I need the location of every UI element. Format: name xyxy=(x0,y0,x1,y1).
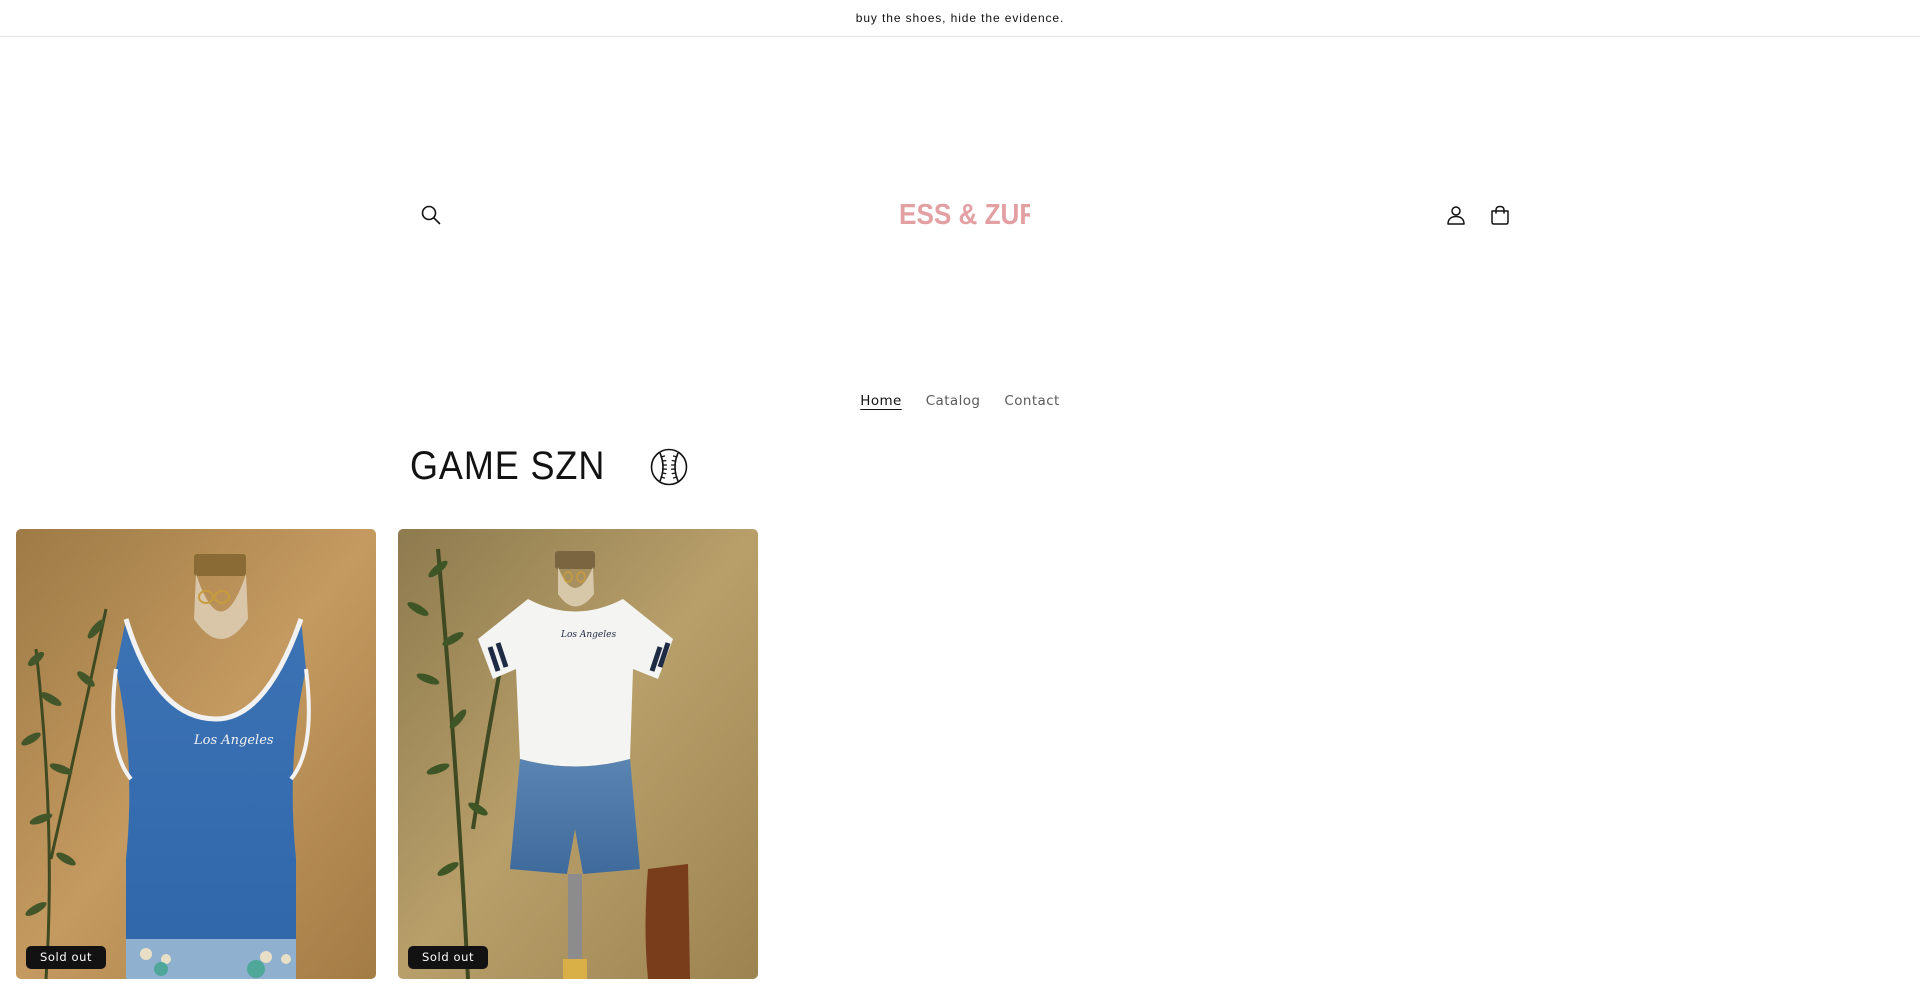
search-button[interactable] xyxy=(417,201,445,229)
collection-title: GAME SZN xyxy=(410,444,606,488)
nav-home[interactable]: Home xyxy=(860,393,901,409)
product-card[interactable]: Los Angeles Sold out xyxy=(16,529,376,979)
main-nav: Home Catalog Contact xyxy=(0,393,1920,409)
cart-button[interactable] xyxy=(1486,201,1514,229)
collection-header: GAME SZN xyxy=(410,444,689,489)
logo-wordmark: JESS & ZURI xyxy=(900,198,1030,231)
site-header: JESS & ZURI xyxy=(0,37,1920,390)
tank-print-text: Los Angeles xyxy=(193,733,274,748)
nav-catalog[interactable]: Catalog xyxy=(926,393,981,409)
site-logo[interactable]: JESS & ZURI xyxy=(880,184,1050,244)
product-image: Los Angeles xyxy=(16,529,376,979)
sold-out-badge: Sold out xyxy=(26,946,107,969)
search-icon xyxy=(421,205,441,225)
product-card[interactable]: Los Angeles Sold out xyxy=(398,529,758,979)
announcement-bar: buy the shoes, hide the evidence. xyxy=(0,0,1920,37)
logo-text: JESS & ZURI xyxy=(900,198,1030,231)
tee-print-text: Los Angeles xyxy=(560,630,616,640)
account-button[interactable] xyxy=(1442,201,1470,229)
announcement-text: buy the shoes, hide the evidence. xyxy=(855,11,1065,25)
nav-contact[interactable]: Contact xyxy=(1004,393,1059,409)
cart-icon xyxy=(1491,205,1509,225)
sold-out-badge: Sold out xyxy=(408,946,489,969)
baseball-icon xyxy=(650,448,688,485)
product-image: Los Angeles xyxy=(398,529,758,979)
account-icon xyxy=(1447,206,1465,225)
